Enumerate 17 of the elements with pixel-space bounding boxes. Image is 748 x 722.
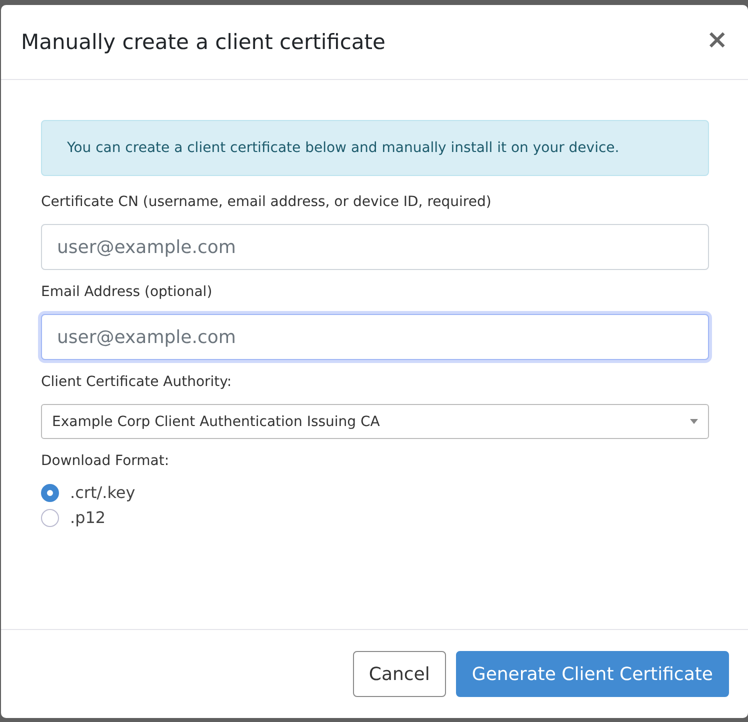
radio-button[interactable] (41, 484, 59, 502)
generate-button[interactable]: Generate Client Certificate (456, 651, 729, 697)
close-button[interactable]: × (706, 25, 728, 59)
cancel-button[interactable]: Cancel (352, 651, 446, 697)
field-label: Certificate CN (username, email address, or device ID, required) (41, 194, 492, 210)
text-field[interactable]: user@example.com (41, 314, 709, 360)
field-label: Email Address (optional) (41, 284, 214, 300)
dialog-title: Manually create a client certificate (21, 30, 386, 54)
caret-icon (690, 419, 698, 424)
field-label: Download Format: (41, 453, 170, 469)
radio-button[interactable] (41, 508, 59, 526)
radio-label: .crt/.key (70, 483, 136, 502)
select-field[interactable]: Example Corp Client Authentication Issuing CA (41, 404, 709, 439)
radio-label: .p12 (70, 508, 106, 527)
text-field[interactable]: user@example.com (41, 224, 709, 270)
field-label: Client Certificate Authority: (41, 374, 233, 390)
info-alert: You can create a client certificate below and manually install it on your device. (41, 120, 709, 176)
